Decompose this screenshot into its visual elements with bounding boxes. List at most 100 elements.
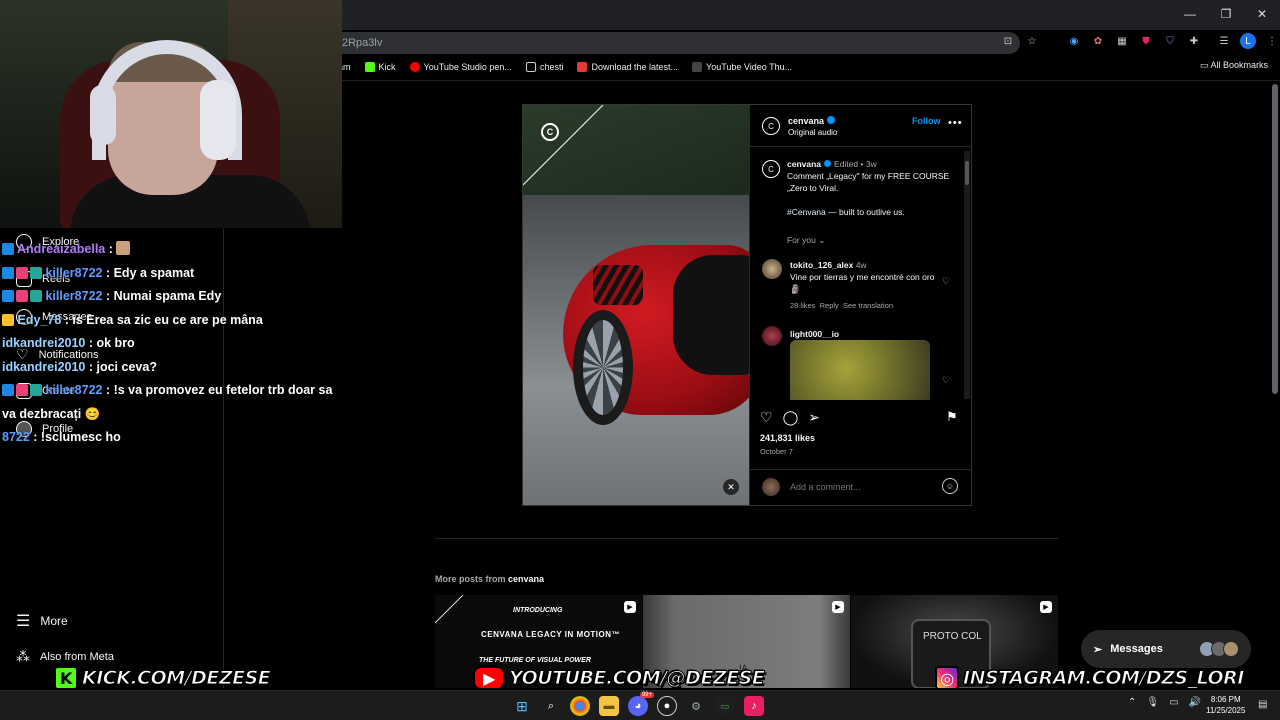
bookmark-item[interactable]: chesti [525,62,563,72]
nav-more[interactable]: ☰ More [16,611,68,631]
author-username[interactable]: cenvana [788,116,836,126]
microphone-icon[interactable]: 🎙 [1146,697,1159,708]
search-icon[interactable]: ⌕ [541,696,561,716]
caption-username[interactable]: cenvana [787,159,821,169]
hashtag-link[interactable]: #Cenvana [787,207,826,217]
message-avatars [1199,641,1239,657]
nav-also-from-meta[interactable]: ⁂ Also from Meta [16,648,114,665]
file-explorer-icon[interactable]: ▬ [599,696,619,716]
windows-taskbar: ⊞ ⌕ ▬ ◕ 99+ ● ⚙ ▭ ♪ ⌃ 🎙 ▭ 🔊 8:06 PM 11/25… [0,690,1280,720]
comments-scrollbar[interactable] [964,151,970,399]
emoji-icon[interactable]: ☺ [942,478,958,494]
more-posts-username[interactable]: cenvana [508,574,544,584]
extension-toolbar: ⊡ ☆ ◉ ✿ ▦ ⛊ ⛉ ✚ ☰ L ⋮ [1000,33,1280,49]
reading-list-icon[interactable]: ☰ [1216,33,1232,49]
extension-grid-icon[interactable]: ▦ [1114,33,1130,49]
obs-icon[interactable]: ● [657,696,677,716]
chrome-icon[interactable] [570,696,590,716]
for-you-dropdown[interactable]: For you ⌄ [787,235,825,246]
chat-message: killer8722 : Edy a spamat [2,262,342,286]
network-icon[interactable]: ▭ [1169,697,1178,708]
chat-username[interactable]: killer8722 [45,383,102,397]
extensions-puzzle-icon[interactable]: ✚ [1186,33,1202,49]
chat-username[interactable]: killer8722 [45,289,102,303]
extension-color-icon[interactable]: ✿ [1090,33,1106,49]
verified-badge-icon [824,160,832,167]
browser-menu-icon[interactable]: ⋮ [1264,33,1280,49]
save-bookmark-icon[interactable]: ⚑ [946,409,958,425]
settings-gear-icon[interactable]: ⚙ [686,696,706,716]
chat-message: killer8722 : !s va promovez eu fetelor t… [2,379,342,426]
comment-input[interactable] [790,482,930,492]
instagram-logo-icon: ◎ [935,666,959,690]
avatar [1223,641,1239,657]
extension-guard-icon[interactable]: ⛉ [1162,33,1178,49]
bookmark-item[interactable]: Kick [364,62,396,72]
bookmark-item[interactable]: YouTube Video Thu... [692,62,792,72]
kick-logo-icon: K [54,666,78,690]
comment-bubble-icon[interactable]: ◯ [783,409,799,426]
comment-meta: 28 likes Reply See translation [790,301,893,310]
restore-icon[interactable]: ❐ [1208,0,1244,28]
chat-username[interactable]: 8722 [2,430,30,444]
more-options-icon[interactable]: ••• [948,117,963,129]
chat-badge-icon [16,384,28,396]
system-tray: ⌃ 🎙 ▭ 🔊 [1128,697,1201,708]
author-avatar[interactable]: C [762,117,780,135]
profile-avatar[interactable]: L [1240,33,1256,49]
comment-username[interactable]: light000__io [790,329,839,339]
volume-icon[interactable]: 🔊 [1189,697,1201,708]
notification-center-icon[interactable]: ▤ [1258,699,1267,710]
bookmark-item[interactable]: YouTube Studio pen... [409,62,512,72]
commenter-avatar[interactable] [762,259,782,279]
minimize-icon[interactable]: — [1172,0,1208,28]
follow-button[interactable]: Follow [912,116,941,126]
chat-text: : is Erea sa zic eu ce are pe mâna [61,312,263,327]
system-clock[interactable]: 8:06 PM 11/25/2025 [1206,694,1245,716]
kick-icon [364,62,375,72]
bookmark-item[interactable]: Download the latest... [577,62,678,72]
caption-avatar[interactable]: C [762,160,780,178]
chat-username[interactable]: idkandrei2010 [2,336,85,350]
chat-username[interactable]: Edy_78 [17,313,61,327]
youtube-banner: ▶ YOUTUBE.COM/@DEZESE [473,664,765,692]
edited-label: Edited [834,159,859,169]
comment-image[interactable] [790,340,930,400]
see-translation-button[interactable]: See translation [843,301,893,310]
audio-link[interactable]: Original audio [788,128,837,137]
tiktok-icon[interactable]: ♪ [744,696,764,716]
screenshot-icon[interactable]: ⊡ [1000,33,1016,49]
mute-icon[interactable]: ✕ [723,479,739,495]
address-bar[interactable]: 2Rpa3lv [330,32,1020,54]
extension-shield-icon[interactable]: ⛊ [1138,33,1154,49]
likes-count[interactable]: 241,831 likes [760,433,815,443]
chat-username[interactable]: Andreaizabella [17,242,105,256]
comment-like-icon[interactable]: ♡ [942,375,950,386]
all-bookmarks[interactable]: ▭ All Bookmarks [1200,60,1268,71]
page-scrollbar[interactable] [1272,84,1278,394]
notification-badge: 99+ [639,692,654,698]
reply-button[interactable]: Reply [820,301,839,310]
like-heart-icon[interactable]: ♡ [760,409,773,426]
windows-start-icon[interactable]: ⊞ [512,696,532,716]
commenter-avatar[interactable] [762,326,782,346]
post-video[interactable]: C ✕ [523,105,749,505]
chat-message: killer8722 : Numai spama Edy [2,285,342,309]
terminal-icon[interactable]: ▭ [715,696,735,716]
more-posts-heading: More posts from cenvana [435,574,545,584]
comments-panel: C cenvana Edited • 3w Comment „Legacy" fo… [750,148,964,400]
comment-username[interactable]: tokito_126_alex [790,260,853,270]
comment-likes[interactable]: 28 likes [790,301,815,310]
extension-audio-icon[interactable]: ◉ [1066,33,1082,49]
comment-like-icon[interactable]: ♡ [942,276,950,287]
star-bookmark-icon[interactable]: ☆ [1024,33,1040,49]
comments-scroll-thumb[interactable] [965,161,969,185]
messages-button[interactable]: ➢ Messages [1081,630,1251,668]
discord-icon[interactable]: ◕ 99+ [628,692,654,716]
caption: cenvana Edited • 3w Comment „Legacy" for … [787,159,950,217]
close-icon[interactable]: ✕ [1244,0,1280,28]
chat-username[interactable]: killer8722 [45,266,102,280]
chat-username[interactable]: idkandrei2010 [2,360,85,374]
chevron-up-icon[interactable]: ⌃ [1128,697,1136,708]
share-send-icon[interactable]: ➢ [808,409,820,426]
